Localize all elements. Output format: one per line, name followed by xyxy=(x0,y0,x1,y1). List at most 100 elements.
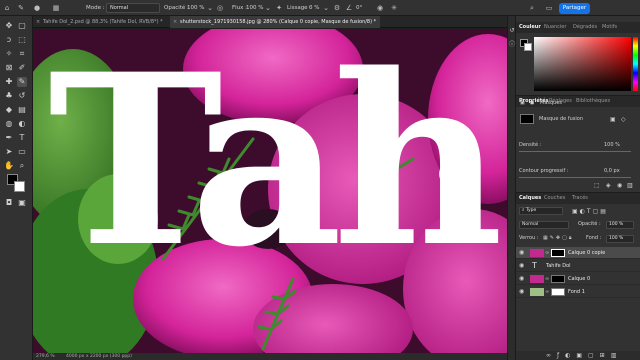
tab-couleur[interactable]: Couleur xyxy=(519,22,541,33)
document-canvas[interactable]: Tah xyxy=(33,29,507,354)
brush-settings-icon[interactable]: ▦ xyxy=(52,4,60,12)
tab-tahife-dol[interactable]: × Tahife Dol_2.psd @ 88,3% (Tahife Dol, … xyxy=(33,16,170,28)
pressure-size-icon[interactable]: ◉ xyxy=(376,4,384,12)
fill-value[interactable]: 100 % xyxy=(606,235,634,243)
home-icon[interactable]: ⌂ xyxy=(3,4,11,12)
layer-name[interactable]: Tahife Dol xyxy=(546,260,571,272)
tab-degrades[interactable]: Dégradés xyxy=(573,22,597,33)
flow-value[interactable]: 100 % xyxy=(246,2,263,14)
tab-nuancier[interactable]: Nuancier xyxy=(544,22,566,33)
layer-name[interactable]: Fond 1 xyxy=(568,286,585,298)
frame-tool-icon[interactable]: ⊠ xyxy=(4,63,14,73)
healing-tool-icon[interactable]: ✚ xyxy=(4,77,14,87)
layer-type-icon: ▣ xyxy=(520,100,525,106)
mask-thumbnail[interactable] xyxy=(520,114,534,124)
layers-footer-icons[interactable]: ∞ƒ◐▣▢⊞▥ xyxy=(546,352,622,359)
link-icon[interactable]: ∞ xyxy=(545,289,549,295)
eye-icon[interactable]: ◉ xyxy=(519,262,524,270)
smoothing-settings-icon[interactable]: ⚙ xyxy=(333,4,341,12)
angle-value[interactable]: 0° xyxy=(356,2,362,14)
blend-mode-select[interactable]: Normal xyxy=(519,221,569,229)
screen-mode-icon[interactable]: ▣ xyxy=(17,198,27,208)
background-color-swatch[interactable] xyxy=(14,181,25,192)
airbrush-icon[interactable]: ✦ xyxy=(275,4,283,12)
mask-thumbnail[interactable] xyxy=(551,275,565,283)
layers-opacity-value[interactable]: 100 % xyxy=(606,221,634,229)
layer-row[interactable]: ◉ T Tahife Dol xyxy=(516,260,640,272)
mask-thumbnail[interactable] xyxy=(551,288,565,296)
hue-slider[interactable] xyxy=(633,37,638,91)
zoom-level[interactable]: 279,6 % xyxy=(36,354,55,359)
hand-tool-icon[interactable]: ✋ xyxy=(4,161,14,171)
density-slider[interactable] xyxy=(519,151,631,152)
link-icon[interactable]: ∞ xyxy=(545,276,549,282)
visibility-icon[interactable]: ◉ xyxy=(617,182,622,189)
artboard-tool-icon[interactable]: ▢ xyxy=(17,21,27,31)
eye-icon[interactable]: ◉ xyxy=(519,288,524,296)
path-select-tool-icon[interactable]: ➤ xyxy=(4,147,14,157)
feather-slider[interactable] xyxy=(519,177,631,178)
apply-mask-icon[interactable]: ◈ xyxy=(606,182,611,189)
tab-motifs[interactable]: Motifs xyxy=(602,22,617,33)
quick-select-tool-icon[interactable]: ✧ xyxy=(4,49,14,59)
tab-bibliotheques[interactable]: Bibliothèques xyxy=(576,96,610,107)
shape-tool-icon[interactable]: ▭ xyxy=(17,147,27,157)
tab-couches[interactable]: Couches xyxy=(544,193,565,204)
tab-traces[interactable]: Tracés xyxy=(572,193,588,204)
layer-row[interactable]: ◉ ∞ Calque 0 copie xyxy=(516,247,640,259)
brush-tool-icon[interactable]: ✎ xyxy=(17,77,27,87)
layer-name[interactable]: Calque 0 copie xyxy=(568,247,605,259)
close-icon[interactable]: × xyxy=(36,16,40,28)
mode-select[interactable]: Normal xyxy=(106,3,160,13)
link-icon[interactable]: ∞ xyxy=(545,250,549,256)
close-icon[interactable]: × xyxy=(173,16,177,28)
layer-row[interactable]: ◉ ∞ Fond 1 xyxy=(516,286,640,298)
chevron-down-icon[interactable]: ⌄ xyxy=(206,4,214,12)
workspace-icon[interactable]: ▭ xyxy=(545,4,553,12)
brush-tool-icon[interactable]: ✎ xyxy=(17,4,25,12)
opacity-value[interactable]: 100 % xyxy=(187,2,204,14)
eyedropper-tool-icon[interactable]: ✐ xyxy=(17,63,27,73)
eye-icon[interactable]: ◉ xyxy=(519,249,524,257)
move-tool-icon[interactable]: ✥ xyxy=(4,21,14,31)
lock-icons[interactable]: ▦✎✥▢🔒︎ xyxy=(543,235,574,242)
smoothing-value[interactable]: 0 % xyxy=(309,2,319,14)
eye-icon[interactable]: ◉ xyxy=(519,275,524,283)
lasso-tool-icon[interactable]: ↄ xyxy=(4,35,14,45)
background-swatch[interactable] xyxy=(524,43,532,51)
dodge-tool-icon[interactable]: ◐ xyxy=(17,119,27,129)
delete-icon[interactable]: ▥ xyxy=(627,182,633,189)
vector-mask-icon[interactable]: ◇ xyxy=(621,116,626,123)
history-brush-tool-icon[interactable]: ↺ xyxy=(17,91,27,101)
brush-preset-icon[interactable]: ● xyxy=(33,4,41,12)
clone-stamp-tool-icon[interactable]: ♣ xyxy=(4,91,14,101)
select-pixel-mask-icon[interactable]: ▣ xyxy=(610,116,616,123)
layer-filter-select[interactable]: ⌕ Type xyxy=(519,207,563,215)
crop-tool-icon[interactable]: ⌗ xyxy=(17,49,27,59)
symmetry-icon[interactable]: ✳ xyxy=(390,4,398,12)
layer-row[interactable]: ◉ ∞ Calque 0 xyxy=(516,273,640,285)
layer-name[interactable]: Calque 0 xyxy=(568,273,590,285)
eraser-tool-icon[interactable]: ◆ xyxy=(4,105,14,115)
chevron-down-icon[interactable]: ⌄ xyxy=(322,4,330,12)
pressure-opacity-icon[interactable]: ◎ xyxy=(216,4,224,12)
layer-filter-icons[interactable]: ▣◐T▢▤ xyxy=(572,208,608,215)
density-value[interactable]: 100 % xyxy=(604,142,620,149)
mask-thumbnail[interactable] xyxy=(551,249,565,257)
search-icon[interactable]: ⌕ xyxy=(528,4,536,12)
marquee-tool-icon[interactable]: ⬚ xyxy=(17,35,27,45)
chevron-down-icon[interactable]: ⌄ xyxy=(264,4,272,12)
pen-tool-icon[interactable]: ✒ xyxy=(4,133,14,143)
share-button[interactable]: Partager xyxy=(559,3,590,14)
zoom-tool-icon[interactable]: ⌕ xyxy=(17,161,27,171)
tab-calques[interactable]: Calques xyxy=(519,193,541,204)
feather-value[interactable]: 0,0 px xyxy=(604,168,620,175)
tab-shutterstock[interactable]: × shutterstock_1971930158.jpg @ 280% (Ca… xyxy=(170,16,380,28)
blur-tool-icon[interactable]: ◍ xyxy=(4,119,14,129)
color-picker-field[interactable] xyxy=(534,37,631,91)
gradient-tool-icon[interactable]: ▤ xyxy=(17,105,27,115)
quick-mask-icon[interactable]: ◘ xyxy=(4,198,14,208)
load-selection-icon[interactable]: ⬚ xyxy=(594,182,600,189)
canvas-image[interactable]: Tah xyxy=(33,29,507,354)
type-tool-icon[interactable]: T xyxy=(17,133,27,143)
